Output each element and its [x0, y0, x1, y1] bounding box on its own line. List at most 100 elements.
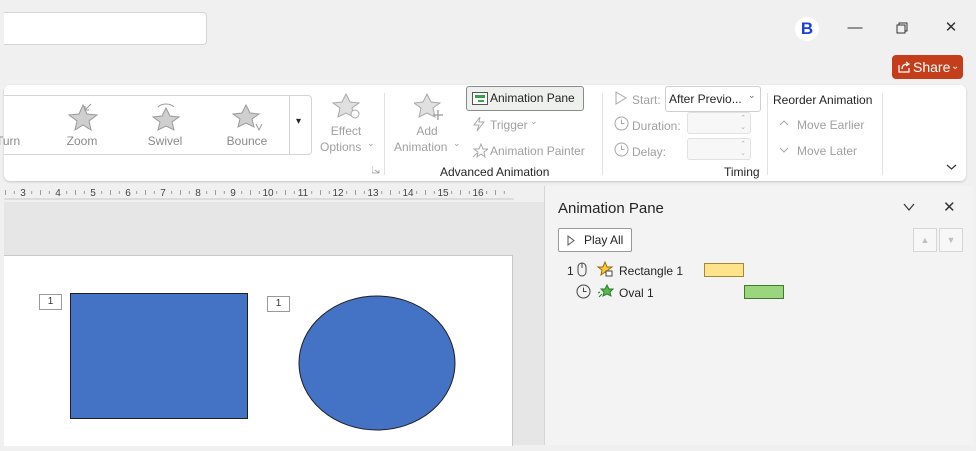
move-up-button[interactable]: ▲ [913, 228, 937, 252]
animation-painter-button[interactable]: Animation Painter [470, 140, 590, 160]
oval-shape[interactable] [296, 295, 458, 433]
effect-options-icon [332, 92, 361, 119]
trigger-label: Trigger [490, 118, 528, 132]
minimize-button[interactable]: — [843, 17, 867, 39]
slide-canvas[interactable]: 1 1 [4, 255, 513, 446]
animation-gallery: Turn Zoom Swivel Bounce ▾ [0, 95, 312, 155]
duration-clock-icon [614, 116, 629, 131]
move-down-button[interactable]: ▼ [939, 228, 963, 252]
ruler-label: 3 [20, 188, 26, 199]
effect-options-button[interactable]: Effect Options ⌄ [316, 90, 376, 158]
add-animation-line1: Add [416, 124, 438, 138]
group-separator [767, 93, 768, 175]
move-later-label: Move Later [797, 144, 858, 158]
reorder-animation-title: Reorder Animation [773, 93, 873, 107]
ruler-label: 12 [332, 188, 344, 199]
animation-pane-icon [472, 92, 488, 105]
animation-pane: Animation Pane ✕ Play All ▲ ▼ 1 Rectangl… [544, 186, 973, 445]
delay-label: Delay: [632, 145, 667, 159]
timing-group-label: Timing [724, 165, 760, 179]
ruler-label: 10 [262, 188, 274, 199]
gallery-item-label: Zoom [66, 134, 98, 148]
start-play-icon [615, 91, 627, 105]
timeline-bar[interactable] [704, 263, 744, 277]
ruler-label: 11 [298, 188, 309, 199]
ruler-label: 6 [125, 188, 131, 199]
user-avatar[interactable]: B [795, 17, 819, 41]
add-animation-icon [414, 92, 443, 120]
start-caret-icon: ⌄ [748, 90, 756, 100]
delay-spinner[interactable]: ⌃ ⌄ [687, 138, 751, 160]
start-value: After Previo... [669, 92, 742, 106]
ruler-label: 15 [437, 188, 449, 199]
ruler-label: 8 [195, 188, 201, 199]
ribbon: Turn Zoom Swivel Bounce ▾ [0, 85, 966, 181]
start-label: Start: [632, 93, 661, 107]
play-all-label: Play All [584, 233, 624, 247]
gallery-item-label: Turn [0, 134, 21, 148]
group-separator [882, 93, 883, 175]
timeline-bar[interactable] [744, 285, 784, 299]
move-later-button[interactable]: Move Later [777, 141, 872, 159]
collapse-ribbon-button[interactable] [944, 159, 960, 175]
spinner-arrows-icon: ⌃ ⌄ [740, 141, 746, 157]
chevron-down-icon [946, 164, 957, 170]
animation-list-item[interactable]: Oval 1 [565, 283, 805, 303]
share-caret-icon: ⌄ [951, 61, 960, 72]
pane-options-button[interactable] [902, 200, 918, 216]
dialog-launcher-icon[interactable] [372, 166, 380, 174]
animation-painter-label: Animation Painter [490, 144, 585, 158]
add-animation-button[interactable]: Add Animation ⌄ [392, 90, 462, 158]
slide-editor: 1 1 [4, 202, 544, 446]
share-label: Share [913, 59, 951, 75]
effect-options-line1: Effect [330, 124, 362, 138]
play-all-button[interactable]: Play All [558, 228, 632, 252]
pane-close-button[interactable]: ✕ [943, 198, 959, 216]
swivel-effect-icon [151, 103, 181, 131]
spinner-arrows-icon: ⌃ ⌄ [740, 115, 746, 131]
restore-button[interactable] [890, 17, 914, 39]
chevron-up-icon [779, 120, 789, 126]
animation-pane-label: Animation Pane [490, 91, 575, 105]
gallery-item-swivel[interactable]: Swivel [130, 96, 200, 154]
chevron-down-icon [779, 147, 789, 153]
ruler-label: 5 [90, 188, 96, 199]
group-separator [602, 93, 603, 175]
duration-label: Duration: [632, 119, 681, 133]
animation-list-item[interactable]: 1 Rectangle 1 [565, 261, 785, 281]
ruler-label: 7 [160, 188, 166, 199]
move-earlier-label: Move Earlier [797, 118, 865, 132]
trigger-icon [473, 117, 485, 131]
group-separator [384, 93, 385, 175]
animation-pane-button[interactable]: Animation Pane [466, 86, 584, 111]
rectangle-shape[interactable] [70, 293, 248, 419]
start-dropdown[interactable]: After Previo... ⌄ [665, 86, 761, 112]
ruler-label: 16 [472, 188, 484, 199]
share-button[interactable]: Share ⌄ [892, 55, 963, 79]
bounce-effect-icon [232, 103, 263, 132]
ruler-label: 4 [55, 188, 61, 199]
gallery-more-button[interactable]: ▾ [289, 96, 312, 154]
entrance-star-icon [597, 261, 614, 277]
mouse-click-icon [577, 262, 587, 277]
add-animation-caret-icon: ⌄ [453, 138, 461, 148]
gallery-more-icon: ▾ [296, 116, 302, 127]
pane-title: Animation Pane [558, 200, 664, 217]
close-window-button[interactable]: ✕ [939, 17, 963, 39]
animation-tag-rectangle[interactable]: 1 [39, 294, 62, 310]
add-animation-line2: Animation [394, 140, 448, 154]
item-name: Oval 1 [619, 286, 654, 300]
trigger-button[interactable]: Trigger ⌄ [470, 114, 550, 134]
ruler-label: 13 [367, 188, 379, 199]
search-box[interactable] [4, 12, 207, 45]
entrance-effect-icon [597, 283, 614, 298]
after-previous-clock-icon [576, 284, 591, 299]
move-earlier-button[interactable]: Move Earlier [777, 115, 872, 133]
gallery-item-turn[interactable]: Turn [0, 96, 46, 154]
gallery-item-zoom[interactable]: Zoom [47, 96, 117, 154]
duration-spinner[interactable]: ⌃ ⌄ [687, 112, 751, 134]
play-icon [567, 235, 575, 246]
gallery-item-bounce[interactable]: Bounce [212, 96, 282, 154]
trigger-caret-icon: ⌄ [530, 116, 538, 126]
animation-tag-oval[interactable]: 1 [267, 296, 290, 312]
